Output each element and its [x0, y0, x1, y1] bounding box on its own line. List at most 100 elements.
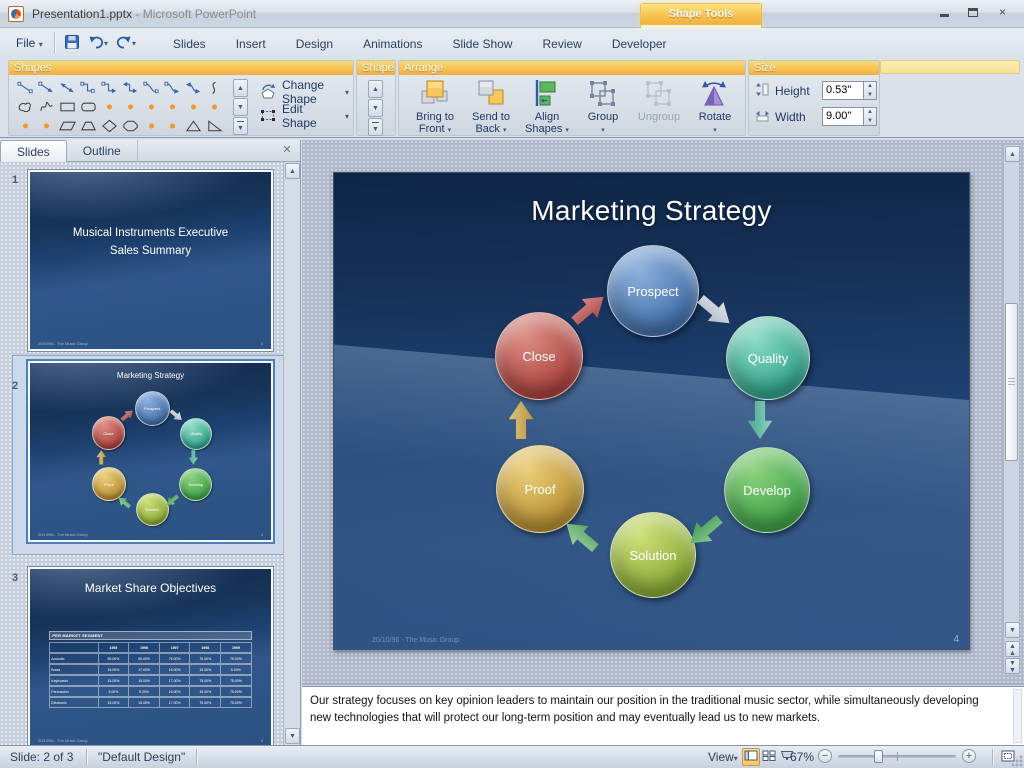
- tab-outline[interactable]: Outline: [67, 140, 138, 162]
- shape-gallery-item-connector-elbow[interactable]: [78, 78, 99, 97]
- slide-thumbnail-2[interactable]: Marketing StrategyProspectQualityDevelop…: [28, 361, 273, 542]
- shape-gallery-item-trapezoid[interactable]: [78, 116, 99, 135]
- height-spinner[interactable]: 0.53" ▲▼: [822, 81, 877, 100]
- height-spin-buttons[interactable]: ▲▼: [864, 81, 877, 100]
- shape-gallery-item-dot[interactable]: [204, 97, 225, 116]
- shape-gallery-item-connector-straight-double[interactable]: [57, 78, 78, 97]
- undo-button[interactable]: ▾: [86, 33, 110, 53]
- previous-slide-button[interactable]: ▲▲: [1005, 641, 1020, 657]
- cycle-arrow[interactable]: [96, 450, 107, 465]
- slide-canvas[interactable]: Marketing Strategy 20/10/96 - The Music …: [333, 172, 970, 650]
- scroll-up-icon[interactable]: ▲: [285, 163, 300, 179]
- cycle-node-close[interactable]: Close: [92, 416, 126, 450]
- spin-down-icon[interactable]: ▼: [864, 117, 876, 126]
- maximize-button[interactable]: [959, 5, 986, 22]
- shape-gallery-item-triangle[interactable]: [183, 116, 204, 135]
- tab-review[interactable]: Review: [527, 31, 596, 58]
- cycle-node-solution[interactable]: Solution: [136, 493, 169, 526]
- group-button[interactable]: Group▾: [575, 76, 631, 135]
- cycle-arrow[interactable]: [746, 401, 774, 439]
- slide-thumbnail-3[interactable]: Market Share ObjectivesPER MARKET SEGMEN…: [28, 567, 273, 748]
- shape-gallery-item-connector-elbow-arrow[interactable]: [99, 78, 120, 97]
- cycle-node-solution[interactable]: Solution: [610, 512, 696, 598]
- cycle-node-develop[interactable]: Develop: [724, 447, 810, 533]
- slide-thumbnail-1[interactable]: Musical Instruments ExecutiveSales Summa…: [28, 170, 273, 351]
- shape-gallery-item-octagon[interactable]: [120, 116, 141, 135]
- width-spinner[interactable]: 9.00" ▲▼: [822, 107, 877, 126]
- shape-gallery-item-connector-curved-arrow[interactable]: [162, 78, 183, 97]
- cycle-node-proof[interactable]: Proof: [92, 467, 126, 501]
- shape-gallery-item-dot[interactable]: [141, 97, 162, 116]
- notes-text[interactable]: Our strategy focuses on key opinion lead…: [310, 693, 990, 726]
- shape-gallery-item-dot[interactable]: [162, 97, 183, 116]
- height-value[interactable]: 0.53": [822, 81, 864, 100]
- shape-gallery-item-connector-straight[interactable]: [15, 78, 36, 97]
- shape-gallery-item-connector-curved-double[interactable]: [183, 78, 204, 97]
- tab-insert[interactable]: Insert: [221, 31, 281, 58]
- zoom-in-button[interactable]: +: [962, 749, 976, 763]
- edit-shape-button[interactable]: Edit Shape ▾: [255, 104, 353, 128]
- shape-gallery-item-connector-curved[interactable]: [141, 78, 162, 97]
- resize-grip[interactable]: [1010, 754, 1023, 767]
- shape-gallery-item-dot[interactable]: [36, 116, 57, 135]
- styles-scroll-down-icon[interactable]: ▼: [368, 99, 383, 117]
- shape-gallery-item-curve[interactable]: [204, 78, 225, 97]
- view-menu[interactable]: View▾: [708, 750, 738, 764]
- gallery-scroll-down-icon[interactable]: ▼: [233, 98, 248, 116]
- styles-scroll-up-icon[interactable]: ▲: [368, 80, 383, 98]
- spin-down-icon[interactable]: ▼: [864, 91, 876, 100]
- file-menu-button[interactable]: File ▾: [6, 32, 53, 54]
- scroll-down-icon[interactable]: ▼: [285, 728, 300, 744]
- main-scrollbar[interactable]: ▲ ▼ ▲▲ ▼▼: [1003, 144, 1020, 674]
- scroll-up-icon[interactable]: ▲: [1005, 146, 1020, 162]
- spin-up-icon[interactable]: ▲: [864, 108, 876, 117]
- slide-title[interactable]: Marketing Strategy: [334, 195, 969, 227]
- shape-gallery-item-dot[interactable]: [99, 97, 120, 116]
- shape-gallery-item-dot[interactable]: [15, 116, 36, 135]
- cycle-arrow[interactable]: [188, 450, 199, 465]
- spin-up-icon[interactable]: ▲: [864, 82, 876, 91]
- tab-design[interactable]: Design: [281, 31, 348, 58]
- next-slide-button[interactable]: ▼▼: [1005, 658, 1020, 674]
- cycle-arrow[interactable]: [565, 286, 612, 332]
- slide-sorter-view-button[interactable]: [760, 748, 778, 766]
- align-shapes-button[interactable]: AlignShapes ▾: [519, 76, 575, 135]
- shape-gallery-item-dot[interactable]: [141, 116, 162, 135]
- scrollbar-thumb[interactable]: [1005, 303, 1018, 461]
- shape-gallery-item-rounded-rectangle[interactable]: [78, 97, 99, 116]
- cycle-node-prospect[interactable]: Prospect: [607, 245, 699, 337]
- zoom-slider-thumb[interactable]: [874, 750, 883, 763]
- gallery-scroll-up-icon[interactable]: ▲: [233, 79, 248, 97]
- shape-gallery-item-diamond[interactable]: [99, 116, 120, 135]
- normal-view-button[interactable]: [742, 748, 760, 766]
- send-to-back-button[interactable]: Send toBack ▾: [463, 76, 519, 135]
- close-button[interactable]: ×: [989, 5, 1016, 22]
- cycle-node-quality[interactable]: Quality: [180, 418, 212, 450]
- thumbnails-scrollbar[interactable]: ▲ ▼: [283, 162, 300, 745]
- zoom-slider[interactable]: [838, 755, 956, 758]
- notes-pane[interactable]: Our strategy focuses on key opinion lead…: [302, 686, 1024, 745]
- gallery-more-icon[interactable]: ▼: [233, 117, 248, 135]
- tab-slide-show[interactable]: Slide Show: [437, 31, 527, 58]
- cycle-node-develop[interactable]: Develop: [179, 468, 212, 501]
- notes-scrollbar[interactable]: [1013, 689, 1022, 743]
- shape-gallery-item-dot[interactable]: [162, 116, 183, 135]
- styles-more-icon[interactable]: ▼: [368, 118, 383, 136]
- zoom-out-button[interactable]: −: [818, 749, 832, 763]
- tab-animations[interactable]: Animations: [348, 31, 437, 58]
- shape-gallery-item-connector-straight-arrow[interactable]: [36, 78, 57, 97]
- change-shape-button[interactable]: Change Shape ▾: [255, 80, 353, 104]
- shape-gallery-item-scribble[interactable]: [36, 97, 57, 116]
- close-pane-icon[interactable]: ✕: [280, 144, 294, 158]
- cycle-node-close[interactable]: Close: [495, 312, 583, 400]
- redo-button[interactable]: ▾: [114, 33, 138, 53]
- bring-to-front-button[interactable]: Bring toFront ▾: [407, 76, 463, 135]
- minimize-button[interactable]: [931, 5, 958, 22]
- cycle-node-quality[interactable]: Quality: [726, 316, 810, 400]
- save-button[interactable]: [62, 33, 82, 53]
- width-value[interactable]: 9.00": [822, 107, 864, 126]
- width-spin-buttons[interactable]: ▲▼: [864, 107, 877, 126]
- shape-gallery-item-dot[interactable]: [120, 97, 141, 116]
- cycle-node-proof[interactable]: Proof: [496, 445, 584, 533]
- cycle-node-prospect[interactable]: Prospect: [135, 391, 170, 426]
